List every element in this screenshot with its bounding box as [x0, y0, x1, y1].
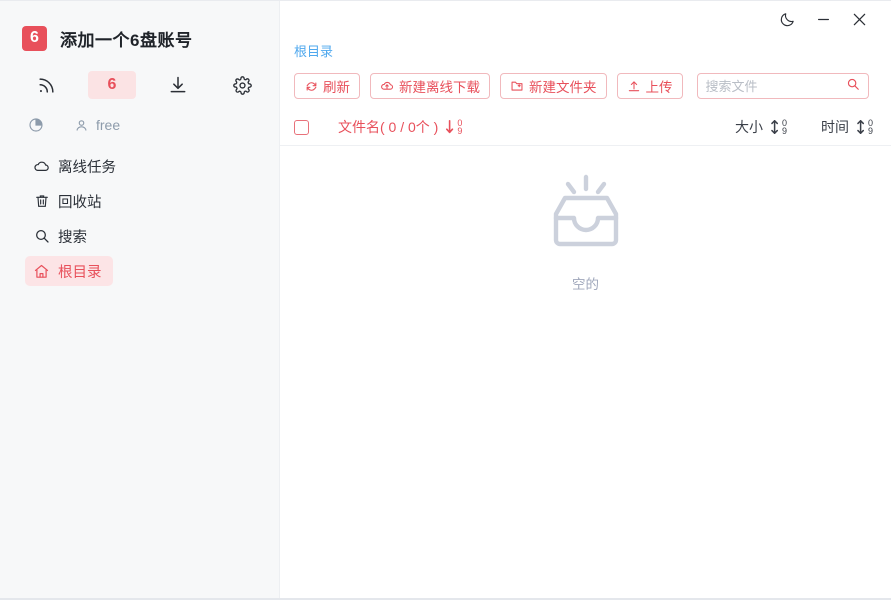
column-header-size-label: 大小 [735, 117, 763, 137]
search-icon [33, 228, 50, 245]
sort-to: 9 [457, 127, 462, 135]
close-icon[interactable] [841, 4, 877, 34]
pie-chart-icon[interactable] [28, 117, 44, 133]
gear-icon[interactable] [220, 71, 264, 99]
sidebar-item-search[interactable]: 搜索 [25, 221, 98, 251]
refresh-icon [304, 79, 318, 93]
folder-plus-icon [510, 79, 524, 93]
minimize-icon[interactable] [805, 4, 841, 34]
new-folder-label: 新建文件夹 [529, 76, 597, 96]
sidebar-nav: 离线任务 回收站 搜索 [0, 151, 279, 286]
refresh-button[interactable]: 刷新 [294, 73, 360, 99]
column-header-filename-label: 文件名( 0 / 0个 ) [338, 117, 438, 137]
refresh-button-label: 刷新 [323, 76, 350, 96]
title-bar [280, 1, 891, 37]
main-panel: 根目录 刷新 [280, 1, 891, 598]
user-icon [74, 118, 89, 133]
brand-title: 添加一个6盘账号 [60, 26, 192, 51]
new-folder-button[interactable]: 新建文件夹 [500, 73, 607, 99]
column-header-row: 文件名( 0 / 0个 ) 0 9 大小 [280, 109, 891, 146]
sidebar-item-label: 离线任务 [58, 156, 116, 177]
column-header-time-label: 时间 [821, 117, 849, 137]
empty-state-text: 空的 [572, 273, 599, 293]
column-header-filename[interactable]: 文件名( 0 / 0个 ) 0 9 [338, 117, 462, 137]
sidebar-item-label: 根目录 [58, 261, 102, 282]
home-icon [33, 263, 50, 280]
sort-order-digits: 0 9 [782, 119, 787, 135]
search-input[interactable] [706, 79, 846, 94]
sidebar-item-recycle-bin[interactable]: 回收站 [25, 186, 113, 216]
new-offline-download-button[interactable]: 新建离线下载 [370, 73, 490, 99]
trash-icon [33, 193, 50, 210]
breadcrumb: 根目录 [280, 37, 891, 63]
account-6-icon[interactable]: 6 [88, 71, 136, 99]
sort-order-digits: 0 9 [457, 119, 462, 135]
sort-toggle-icon[interactable]: 0 9 [770, 119, 787, 135]
sidebar-item-label: 回收站 [58, 191, 102, 212]
column-header-time[interactable]: 时间 0 9 [821, 117, 873, 137]
breadcrumb-item-root[interactable]: 根目录 [294, 41, 333, 60]
sidebar: 6 添加一个6盘账号 6 [0, 1, 280, 598]
sort-descending-icon[interactable]: 0 9 [445, 119, 462, 135]
search-files-box[interactable] [697, 73, 869, 99]
rss-icon[interactable] [24, 71, 68, 99]
new-offline-download-label: 新建离线下载 [399, 76, 480, 96]
toolbar: 刷新 新建离线下载 新建文件夹 [280, 63, 891, 109]
cloud-upload-icon [380, 79, 394, 93]
app-window: 6 添加一个6盘账号 6 [0, 0, 891, 600]
moon-icon[interactable] [769, 4, 805, 34]
select-all-checkbox[interactable] [294, 120, 309, 135]
brand-row: 6 添加一个6盘账号 [0, 1, 279, 57]
sort-to: 9 [782, 127, 787, 135]
account-icon-row: 6 [0, 65, 279, 105]
sidebar-item-root-directory[interactable]: 根目录 [25, 256, 113, 286]
search-icon[interactable] [846, 77, 860, 96]
cloud-icon [33, 158, 50, 175]
brand-badge: 6 [22, 26, 47, 51]
download-icon[interactable] [156, 71, 200, 99]
account-user: free [74, 117, 120, 133]
sidebar-item-label: 搜索 [58, 226, 87, 247]
upload-button[interactable]: 上传 [617, 73, 683, 99]
upload-label: 上传 [646, 76, 673, 96]
account-plan-name: free [96, 117, 120, 133]
empty-inbox-icon [542, 174, 630, 255]
upload-icon [627, 79, 641, 93]
account-plan-row: free [0, 109, 279, 141]
file-list-area: 空的 [280, 146, 891, 598]
sidebar-item-offline-tasks[interactable]: 离线任务 [25, 151, 127, 181]
column-header-size[interactable]: 大小 0 9 [735, 117, 787, 137]
sort-order-digits: 0 9 [868, 119, 873, 135]
empty-state: 空的 [280, 174, 891, 293]
sort-toggle-icon[interactable]: 0 9 [856, 119, 873, 135]
sort-to: 9 [868, 127, 873, 135]
